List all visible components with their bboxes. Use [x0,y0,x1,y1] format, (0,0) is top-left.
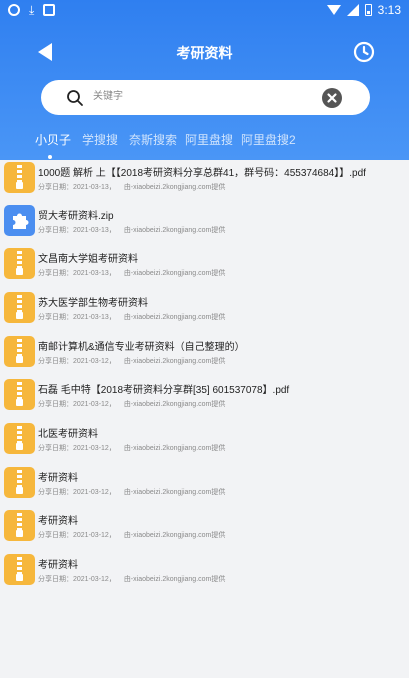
item-meta: 分享日期：2021-03-12， 由-xiaobeizi.2kongjiang.c… [38,443,225,453]
status-time: 3:13 [377,3,401,17]
item-date: 分享日期：2021-03-12， [38,401,116,408]
item-date: 分享日期：2021-03-13， [38,314,116,321]
item-provider: 由-xiaobeizi.2kongjiang.com提供 [123,358,226,365]
item-title: 北医考研资料 [38,429,98,440]
history-button[interactable] [352,40,376,64]
item-date: 分享日期：2021-03-12， [38,358,116,365]
item-date: 分享日期：2021-03-12， [38,489,116,496]
item-date: 分享日期：2021-03-13， [38,184,116,191]
search-input[interactable] [93,86,333,106]
active-tab-indicator [48,155,52,159]
zip-icon [4,554,35,585]
source-tabs: 小贝子 学搜搜 奈斯搜索 阿里盘搜 阿里盘搜2 [0,126,409,160]
item-meta: 分享日期：2021-03-13， 由-xiaobeizi.2kongjiang.c… [38,312,225,322]
list-item[interactable]: 考研资料 分享日期：2021-03-12， 由-xiaobeizi.2kongji… [0,508,409,551]
item-provider: 由-xiaobeizi.2kongjiang.com提供 [123,401,226,408]
item-date: 分享日期：2021-03-12， [38,576,116,583]
close-icon [327,93,337,103]
item-date: 分享日期：2021-03-12， [38,445,116,452]
item-title: 石磊 毛中特【2018考研资料分享群[35] 601537078】.pdf [38,385,290,396]
item-date: 分享日期：2021-03-13， [38,270,116,277]
header-bar: ⤓ 3:13 考研资料 小贝子 学搜搜 奈斯搜索 [0,0,409,160]
item-meta: 分享日期：2021-03-12， 由-xiaobeizi.2kongjiang.c… [38,356,225,366]
item-title: 考研资料 [38,473,78,484]
item-meta: 分享日期：2021-03-12， 由-xiaobeizi.2kongjiang.c… [38,574,225,584]
item-meta: 分享日期：2021-03-13， 由-xiaobeizi.2kongjiang.c… [38,225,225,235]
wifi-icon [326,5,341,15]
search-bar [41,80,370,115]
signal-icon [346,4,359,16]
photo-icon [43,4,56,16]
list-item[interactable]: 1000题 解析 上【【2018考研资料分享总群41，群号码：455374684… [0,160,409,203]
clear-search-button[interactable] [322,88,342,108]
zip-icon [4,162,35,193]
item-provider: 由-xiaobeizi.2kongjiang.com提供 [123,314,226,321]
clock-icon [353,41,375,63]
item-provider: 由-xiaobeizi.2kongjiang.com提供 [123,227,226,234]
download-icon: ⤓ [29,3,35,17]
item-meta: 分享日期：2021-03-13， 由-xiaobeizi.2kongjiang.c… [38,268,225,278]
battery-icon [364,4,372,16]
list-item[interactable]: 文昌南大学姐考研资料 分享日期：2021-03-13， 由-xiaobeizi.2… [0,246,409,289]
item-provider: 由-xiaobeizi.2kongjiang.com提供 [123,576,226,583]
item-title: 考研资料 [38,560,78,571]
tab-xiaobeizi[interactable]: 小贝子 [35,131,71,148]
item-title: 考研资料 [38,516,78,527]
list-item[interactable]: 贸大考研资料.zip 分享日期：2021-03-13， 由-xiaobeizi.2… [0,203,409,246]
item-date: 分享日期：2021-03-12， [38,532,116,539]
item-title: 贸大考研资料.zip [38,211,114,222]
zip-icon [4,510,35,541]
list-item[interactable]: 考研资料 分享日期：2021-03-12， 由-xiaobeizi.2kongji… [0,465,409,508]
item-provider: 由-xiaobeizi.2kongjiang.com提供 [123,184,226,191]
notification-icon [8,4,20,16]
zip-icon [4,336,35,367]
plugin-icon [4,205,35,236]
item-meta: 分享日期：2021-03-13， 由-xiaobeizi.2kongjiang.c… [38,182,225,192]
zip-icon [4,467,35,498]
item-title: 南邮计算机&通信专业考研资料（自己整理的） [38,342,245,353]
tab-ali-pansou[interactable]: 阿里盘搜 [185,131,233,148]
tab-ali-pansou-2[interactable]: 阿里盘搜2 [241,131,296,148]
zip-icon [4,248,35,279]
page-title: 考研资料 [176,45,233,61]
item-provider: 由-xiaobeizi.2kongjiang.com提供 [123,270,226,277]
item-meta: 分享日期：2021-03-12， 由-xiaobeizi.2kongjiang.c… [38,530,225,540]
zip-icon [4,292,35,323]
list-item[interactable]: 北医考研资料 分享日期：2021-03-12， 由-xiaobeizi.2kong… [0,421,409,464]
item-provider: 由-xiaobeizi.2kongjiang.com提供 [123,489,226,496]
item-provider: 由-xiaobeizi.2kongjiang.com提供 [123,445,226,452]
search-icon [67,90,83,106]
list-item[interactable]: 苏大医学部生物考研资料 分享日期：2021-03-13， 由-xiaobeizi.… [0,290,409,333]
zip-icon [4,379,35,410]
item-title: 1000题 解析 上【【2018考研资料分享总群41，群号码：455374684… [38,168,366,179]
status-bar: ⤓ 3:13 [0,0,409,22]
item-title: 文昌南大学姐考研资料 [38,254,138,265]
list-item[interactable]: 南邮计算机&通信专业考研资料（自己整理的） 分享日期：2021-03-12， 由-… [0,334,409,377]
item-provider: 由-xiaobeizi.2kongjiang.com提供 [123,532,226,539]
item-date: 分享日期：2021-03-13， [38,227,116,234]
item-meta: 分享日期：2021-03-12， 由-xiaobeizi.2kongjiang.c… [38,487,225,497]
tab-naisi-search[interactable]: 奈斯搜索 [129,131,177,148]
list-item[interactable]: 石磊 毛中特【2018考研资料分享群[35] 601537078】.pdf 分享… [0,377,409,420]
tab-xuesousou[interactable]: 学搜搜 [82,131,118,148]
item-title: 苏大医学部生物考研资料 [38,298,148,309]
list-item[interactable]: 考研资料 分享日期：2021-03-12， 由-xiaobeizi.2kongji… [0,552,409,595]
zip-icon [4,423,35,454]
item-meta: 分享日期：2021-03-12， 由-xiaobeizi.2kongjiang.c… [38,399,225,409]
